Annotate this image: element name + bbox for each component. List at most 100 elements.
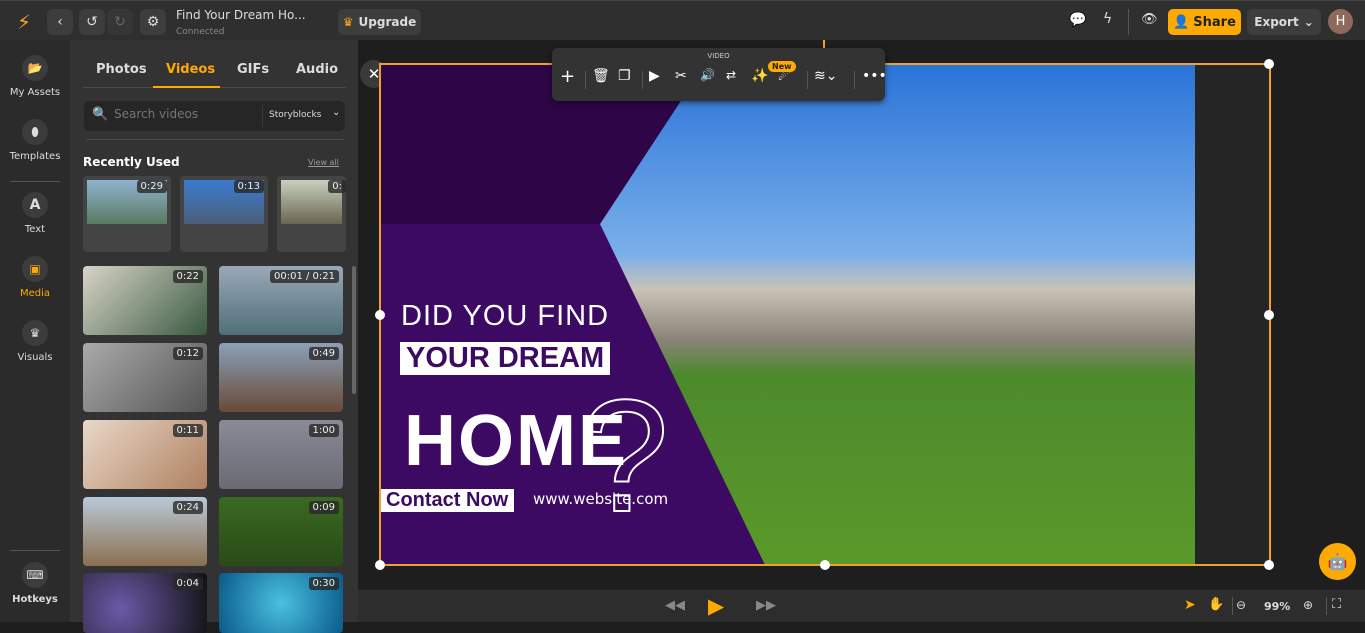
folder-icon: 📂: [22, 55, 48, 81]
top-bar: ⚡ ‹ ↺ ↻ ⚙ Find Your Dream Ho... Connecte…: [0, 0, 1365, 40]
video-toolbar: VIDEO + 🗑 ❐ ▶ ✂ 🔊 ⇄ ✨ ☄ New ≋⌄ •••: [552, 48, 887, 101]
lightning-icon[interactable]: ϟ: [1103, 11, 1112, 27]
rail-text[interactable]: A Text: [0, 192, 70, 235]
image-icon: ▣: [22, 256, 48, 282]
rail-label: Visuals: [17, 352, 53, 363]
view-all-link[interactable]: View all: [308, 158, 339, 167]
playback-bar: ◀◀ ▶ ▶▶ ➤ ✋ ⊖ 99% ⊕ ⛶: [358, 590, 1365, 622]
duration: 0:30: [308, 577, 339, 590]
fast-forward-icon[interactable]: ▶▶: [756, 598, 776, 613]
search-input[interactable]: [114, 107, 254, 121]
tab-audio[interactable]: Audio: [296, 62, 338, 77]
video-thumbnail[interactable]: 0:09: [219, 497, 343, 566]
duration: 0:09: [308, 501, 339, 514]
duration: 0:49: [308, 347, 339, 360]
volume-icon[interactable]: 🔊: [700, 68, 715, 82]
add-icon[interactable]: +: [560, 66, 575, 87]
divider: [854, 71, 855, 89]
redo-button[interactable]: ↻: [107, 9, 133, 35]
rail-label: Text: [24, 224, 46, 235]
recent-title: Recently Used: [83, 155, 180, 169]
divider: [1128, 9, 1129, 35]
rail-templates[interactable]: ⬮ Templates: [0, 119, 70, 162]
tab-videos[interactable]: Videos: [166, 62, 215, 77]
resize-handle[interactable]: [375, 310, 385, 320]
video-thumbnail[interactable]: 0:12: [83, 343, 207, 412]
scissors-icon[interactable]: ✂: [675, 68, 687, 84]
play-button[interactable]: ▶: [708, 594, 724, 618]
play-icon[interactable]: ▶: [649, 68, 660, 84]
rail-media[interactable]: ▣ Media: [0, 256, 70, 299]
recent-video[interactable]: 0:13: [180, 176, 268, 252]
connection-status: Connected: [176, 27, 225, 37]
duration: 0:13: [233, 180, 264, 193]
source-select[interactable]: Storyblocks: [269, 110, 321, 120]
divider: [262, 105, 263, 127]
resize-handle[interactable]: [375, 560, 385, 570]
egg-icon: ⬮: [22, 119, 48, 145]
media-panel: Photos Videos GIFs Audio 🔍 Storyblocks ⌄…: [70, 40, 358, 633]
recent-video[interactable]: 0:: [277, 176, 346, 252]
add-user-icon: 👤: [1173, 14, 1190, 30]
divider: [1232, 597, 1233, 615]
more-icon[interactable]: •••: [862, 68, 887, 84]
duration: 0:29: [136, 180, 167, 193]
loop-icon[interactable]: ⇄: [726, 68, 736, 82]
rail-hotkeys[interactable]: ⌨ Hotkeys: [0, 562, 70, 605]
divider: [585, 71, 586, 89]
video-thumbnail[interactable]: 0:30: [219, 573, 343, 633]
duplicate-icon[interactable]: ❐: [618, 68, 631, 84]
selection-box: [379, 63, 1271, 566]
recent-video[interactable]: 0:29: [83, 176, 171, 252]
duration: 0:04: [172, 577, 203, 590]
resize-handle[interactable]: [1264, 310, 1274, 320]
export-label: Export: [1254, 15, 1299, 29]
zoom-level[interactable]: 99%: [1264, 600, 1290, 613]
video-thumbnail[interactable]: 0:22: [83, 266, 207, 335]
resize-handle[interactable]: [1264, 560, 1274, 570]
project-title[interactable]: Find Your Dream Ho...: [176, 8, 306, 22]
layers-icon[interactable]: ≋⌄: [814, 68, 837, 84]
upgrade-button[interactable]: ♛ Upgrade: [338, 9, 421, 35]
crown-icon: ♛: [22, 320, 48, 346]
divider: [10, 181, 60, 182]
share-button[interactable]: 👤 Share: [1168, 9, 1241, 35]
assistant-bot-button[interactable]: 🤖: [1319, 543, 1356, 580]
toolbar-title: VIDEO: [707, 52, 730, 60]
video-thumbnail[interactable]: 1:00: [219, 420, 343, 489]
export-button[interactable]: Export ⌄: [1247, 9, 1321, 35]
preview-eye-icon[interactable]: 👁: [1141, 12, 1158, 27]
rail-my-assets[interactable]: 📂 My Assets: [0, 55, 70, 98]
duration: 0:11: [172, 424, 203, 437]
zoom-out-icon[interactable]: ⊖: [1236, 598, 1246, 612]
pointer-icon[interactable]: ➤: [1184, 597, 1196, 613]
chevron-down-icon[interactable]: ⌄: [332, 107, 340, 118]
video-thumbnail[interactable]: 0:49: [219, 343, 343, 412]
new-badge: New: [768, 61, 796, 72]
hand-icon[interactable]: ✋: [1208, 597, 1224, 612]
zoom-in-icon[interactable]: ⊕: [1303, 598, 1313, 612]
fullscreen-icon[interactable]: ⛶: [1332, 597, 1341, 612]
scrollbar[interactable]: [352, 266, 356, 394]
upgrade-label: Upgrade: [358, 15, 417, 29]
tab-photos[interactable]: Photos: [96, 62, 147, 77]
settings-button[interactable]: ⚙: [140, 9, 166, 35]
avatar[interactable]: H: [1328, 9, 1353, 34]
rewind-icon[interactable]: ◀◀: [665, 598, 685, 613]
logo-icon[interactable]: ⚡: [17, 10, 31, 34]
tab-gifs[interactable]: GIFs: [237, 62, 269, 77]
rail-visuals[interactable]: ♛ Visuals: [0, 320, 70, 363]
video-thumbnail[interactable]: 0:24: [83, 497, 207, 566]
video-thumbnail[interactable]: 0:04: [83, 573, 207, 633]
comment-icon[interactable]: 💬: [1069, 12, 1086, 28]
magic-wand-icon[interactable]: ✨: [751, 68, 768, 84]
resize-handle[interactable]: [820, 560, 830, 570]
duration: 0:22: [172, 270, 203, 283]
share-label: Share: [1193, 14, 1236, 30]
video-thumbnail[interactable]: 00:01 / 0:21: [219, 266, 343, 335]
undo-button[interactable]: ↺: [79, 9, 105, 35]
back-button[interactable]: ‹: [47, 9, 73, 35]
trash-icon[interactable]: 🗑: [592, 68, 610, 84]
video-thumbnail[interactable]: 0:11: [83, 420, 207, 489]
resize-handle[interactable]: [1264, 59, 1274, 69]
